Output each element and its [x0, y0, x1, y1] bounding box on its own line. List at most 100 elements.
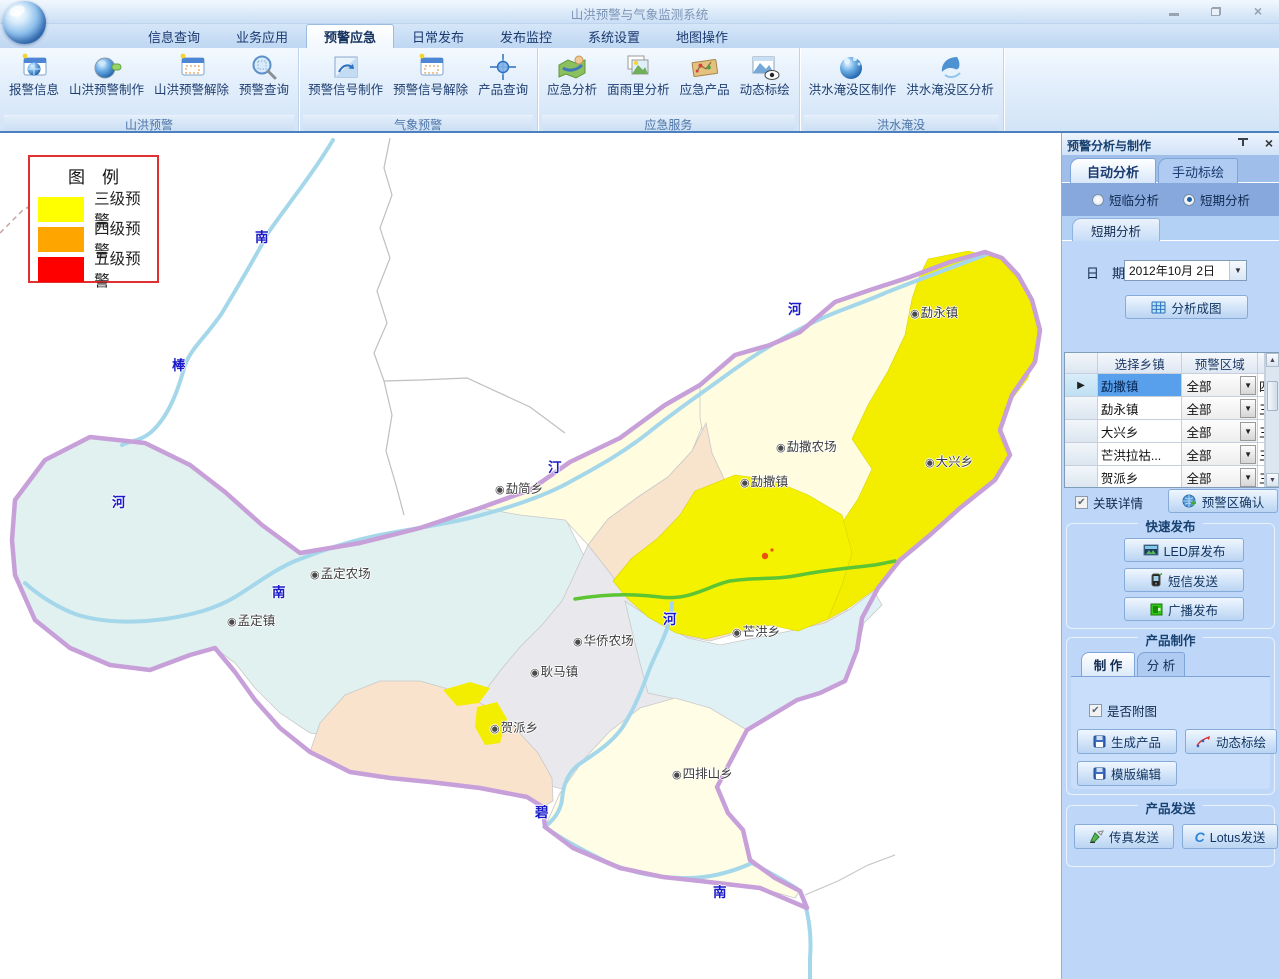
table-row[interactable]: ▶ 勐撒镇 全部▼ 四: [1065, 374, 1265, 397]
town-marker-icon: ◉: [776, 442, 786, 454]
tab-make[interactable]: 制 作: [1081, 652, 1135, 676]
flood-zone-analysis-button[interactable]: 洪水淹没区分析: [901, 50, 999, 100]
minimize-icon: [1169, 13, 1179, 16]
cell-town: 大兴乡: [1098, 420, 1183, 443]
area-dropdown[interactable]: 全部▼: [1182, 466, 1257, 488]
minimize-button[interactable]: [1163, 3, 1185, 19]
town-label: ◉贺派乡: [490, 717, 538, 736]
dynamic-plot-button[interactable]: 动态标绘: [735, 50, 795, 100]
lotus-send-button[interactable]: C Lotus发送: [1182, 824, 1278, 849]
table-row[interactable]: 贺派乡 全部▼ 三: [1065, 466, 1265, 488]
tab-info-query[interactable]: 信息查询: [130, 24, 218, 48]
signal-cancel-button[interactable]: 预警信号解除: [388, 50, 473, 100]
flood-warning-cancel-button[interactable]: 山洪预警解除: [149, 50, 234, 100]
chevron-down-icon[interactable]: ▼: [1240, 422, 1256, 441]
radio-short-nowcast[interactable]: [1092, 194, 1104, 206]
tab-system-settings[interactable]: 系统设置: [570, 24, 658, 48]
map-area: ◉勐永镇 ◉勐撒农场 ◉大兴乡 ◉勐撒镇 ◉勐简乡 ◉孟定农场 ◉孟定镇 ◉华侨…: [0, 133, 1061, 979]
alarm-info-button[interactable]: 报警信息: [4, 50, 64, 100]
product-send-title: 产品发送: [1138, 802, 1202, 816]
tab-publish-monitor[interactable]: 发布监控: [482, 24, 570, 48]
lotus-icon: C: [1195, 829, 1205, 845]
quick-publish-title: 快速发布: [1138, 520, 1202, 534]
led-publish-button[interactable]: LED屏发布: [1124, 538, 1244, 562]
sms-send-button[interactable]: 短信发送: [1124, 568, 1244, 592]
analyze-map-button[interactable]: 分析成图: [1125, 295, 1248, 319]
town-marker-icon: ◉: [227, 616, 237, 628]
scroll-up-icon[interactable]: ▲: [1266, 353, 1279, 367]
panel-close-icon[interactable]: ×: [1265, 135, 1273, 151]
flood-warning-create-button[interactable]: 山洪预警制作: [64, 50, 149, 100]
restore-button[interactable]: [1205, 3, 1227, 19]
area-dropdown[interactable]: 全部▼: [1182, 420, 1257, 442]
floppy-disk-icon: [1093, 735, 1106, 748]
town-selection-table: 选择乡镇 预警区域 ▶ 勐撒镇 全部▼ 四 勐永镇: [1064, 352, 1279, 488]
scroll-down-icon[interactable]: ▼: [1266, 473, 1279, 487]
attach-checkbox-label: 是否附图: [1107, 701, 1157, 720]
area-dropdown[interactable]: 全部▼: [1182, 374, 1257, 396]
tab-manual-plot[interactable]: 手动标绘: [1158, 158, 1238, 183]
fax-send-button[interactable]: 传真发送: [1074, 824, 1174, 849]
table-scrollbar[interactable]: ▲ ▼: [1265, 353, 1279, 487]
ribbon-button-label: 应急产品: [680, 83, 730, 98]
floppy-disk-icon: [1093, 767, 1106, 780]
area-dropdown[interactable]: 全部▼: [1182, 443, 1257, 465]
chevron-down-icon[interactable]: ▼: [1229, 261, 1246, 280]
subtab-short-term[interactable]: 短期分析: [1072, 218, 1160, 241]
tab-daily-publish[interactable]: 日常发布: [394, 24, 482, 48]
chevron-down-icon[interactable]: ▼: [1240, 468, 1256, 487]
town-marker-icon: ◉: [740, 477, 750, 489]
town-label: ◉勐永镇: [910, 302, 958, 321]
chevron-down-icon[interactable]: ▼: [1240, 399, 1256, 418]
emergency-product-icon: [687, 52, 723, 82]
map-canvas[interactable]: [0, 133, 1061, 979]
tab-business-app[interactable]: 业务应用: [218, 24, 306, 48]
emergency-analysis-button[interactable]: 应急分析: [542, 50, 602, 100]
generate-product-button[interactable]: 生成产品: [1077, 729, 1177, 754]
date-dropdown[interactable]: 2012年10月 2日 ▼: [1124, 260, 1247, 281]
close-button[interactable]: ×: [1247, 3, 1269, 19]
table-row[interactable]: 芒洪拉祜... 全部▼ 三: [1065, 443, 1265, 466]
template-edit-button[interactable]: 模版编辑: [1077, 761, 1177, 786]
tab-map-operations[interactable]: 地图操作: [658, 24, 746, 48]
emergency-product-button[interactable]: 应急产品: [675, 50, 735, 100]
subtab-strip: 短期分析: [1062, 216, 1279, 241]
river-label: 碧: [535, 801, 549, 821]
broadcast-publish-button[interactable]: 广播发布: [1124, 597, 1244, 621]
plot-arrows-icon: [1196, 735, 1211, 748]
chevron-down-icon[interactable]: ▼: [1240, 445, 1256, 464]
river-label: 河: [663, 608, 677, 628]
area-dropdown[interactable]: 全部▼: [1182, 397, 1257, 419]
radio-short-term[interactable]: [1183, 194, 1195, 206]
tab-auto-analysis[interactable]: 自动分析: [1070, 158, 1156, 183]
app-window: 山洪预警与气象监测系统 × 信息查询 业务应用 预警应急 日常发布 发布监控 系…: [0, 0, 1279, 979]
town-label: ◉勐撒镇: [740, 471, 788, 490]
flood-zone-create-button[interactable]: 洪水淹没区制作: [804, 50, 902, 100]
flood-warning-create-icon: [89, 52, 125, 82]
scrollbar-thumb[interactable]: [1267, 381, 1278, 411]
river-label: 河: [112, 491, 126, 511]
detail-checkbox[interactable]: ✔: [1075, 496, 1088, 509]
ribbon-group-label: 洪水淹没: [804, 115, 999, 131]
tab-warning-emergency[interactable]: 预警应急: [306, 24, 394, 48]
attach-map-checkbox[interactable]: ✔: [1089, 704, 1102, 717]
table-row[interactable]: 大兴乡 全部▼ 三: [1065, 420, 1265, 443]
led-screen-icon: [1143, 544, 1159, 557]
flood-zone-analysis-icon: [932, 52, 968, 82]
signal-create-button[interactable]: 预警信号制作: [303, 50, 388, 100]
product-query-button[interactable]: 产品查询: [473, 50, 533, 100]
pin-icon[interactable]: [1237, 137, 1249, 150]
signal-create-icon: [328, 52, 364, 82]
town-marker-icon: ◉: [310, 569, 320, 581]
town-label: ◉大兴乡: [925, 451, 973, 470]
broadcast-icon: [1150, 603, 1163, 616]
table-row[interactable]: 勐永镇 全部▼ 三: [1065, 397, 1265, 420]
confirm-warning-area-button[interactable]: 预警区确认: [1168, 489, 1278, 513]
town-marker-icon: ◉: [573, 636, 583, 648]
legend-title: 图 例: [38, 163, 149, 188]
dynamic-plot-panel-button[interactable]: 动态标绘: [1185, 729, 1277, 754]
warning-query-button[interactable]: 预警查询: [234, 50, 294, 100]
chevron-down-icon[interactable]: ▼: [1240, 376, 1256, 395]
tab-analyze[interactable]: 分 析: [1137, 652, 1185, 676]
area-rain-analysis-button[interactable]: 面雨里分析: [602, 50, 675, 100]
